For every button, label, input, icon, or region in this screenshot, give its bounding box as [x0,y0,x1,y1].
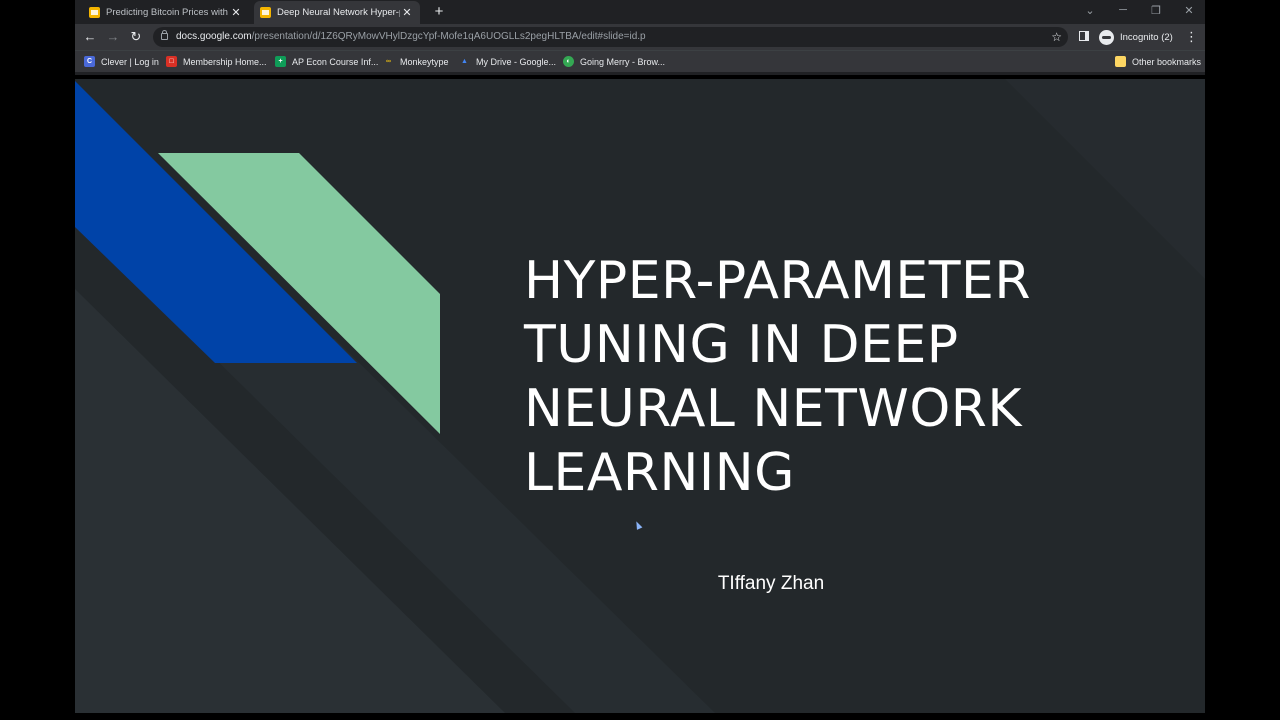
slide-author[interactable]: TIffany Zhan [675,573,867,595]
minimize-button[interactable]: ─ [1115,4,1131,16]
folder-icon [1115,56,1126,67]
presentation-slide: HYPER-PARAMETER TUNING IN DEEP NEURAL NE… [75,79,1205,713]
bookmark-label: My Drive - Google... [476,56,557,67]
bookmark-ap-econ[interactable]: + AP Econ Course Inf... [275,54,378,69]
url-path: /presentation/d/1Z6QRyMowVHylDzgcYpf-Mof… [251,31,646,42]
bookmark-my-drive[interactable]: ▲ My Drive - Google... [459,54,556,69]
bookmark-label: Other bookmarks [1132,56,1202,67]
close-icon[interactable]: ✕ [229,6,243,19]
bookmark-label: Monkeytype [400,56,449,67]
side-panel-icon[interactable] [1079,31,1089,41]
tab-title: Predicting Bitcoin Prices with Ne [106,7,229,18]
lock-icon [161,30,168,40]
reload-button[interactable]: ↻ [128,29,144,45]
tab-strip: Predicting Bitcoin Prices with Ne ✕ Deep… [75,0,1205,24]
google-sites-icon: + [275,56,286,67]
google-slides-icon [260,7,271,18]
incognito-icon [1099,29,1114,45]
bookmark-going-merry[interactable]: ◐ Going Merry - Brow... [563,54,665,69]
close-icon[interactable]: ✕ [400,6,414,19]
browser-chrome: Predicting Bitcoin Prices with Ne ✕ Deep… [75,0,1205,75]
url-text: docs.google.com/presentation/d/1Z6QRyMow… [176,27,646,47]
google-slides-icon [89,7,100,18]
browser-toolbar: ← → ↻ docs.google.com/presentation/d/1Z6… [75,24,1205,50]
bookmark-label: Going Merry - Brow... [580,56,666,67]
bookmark-clever[interactable]: C Clever | Log in [84,54,159,69]
google-drive-icon: ▲ [461,58,468,65]
new-tab-button[interactable]: + [431,4,447,19]
close-window-button[interactable]: ✕ [1181,4,1197,17]
tab-title: Deep Neural Network Hyper-para [277,7,400,18]
membership-icon: □ [166,56,177,67]
clever-icon: C [84,56,95,67]
bookmark-star-icon[interactable]: ☆ [1051,27,1062,47]
bookmark-other[interactable]: Other bookmarks [1115,54,1201,69]
tab-deep-neural-network[interactable]: Deep Neural Network Hyper-para ✕ [254,1,420,24]
incognito-label: Incognito (2) [1120,31,1173,43]
incognito-profile-button[interactable]: Incognito (2) [1099,28,1173,46]
slide-title[interactable]: HYPER-PARAMETER TUNING IN DEEP NEURAL NE… [524,249,1164,505]
back-button[interactable]: ← [82,29,98,45]
going-merry-icon: ◐ [563,56,574,67]
chrome-menu-icon[interactable]: ⋮ [1185,29,1198,45]
bookmark-monkeytype[interactable]: ∞ Monkeytype [383,54,449,69]
forward-button[interactable]: → [105,29,121,45]
bookmarks-bar: C Clever | Log in □ Membership Home... +… [75,50,1205,72]
bookmark-label: Membership Home... [183,56,267,67]
tab-search-icon[interactable]: ⌄ [1082,4,1098,17]
bookmark-label: AP Econ Course Inf... [292,56,379,67]
monkeytype-icon: ∞ [386,58,391,65]
bookmark-membership[interactable]: □ Membership Home... [166,54,267,69]
url-host: docs.google.com [176,31,252,42]
bookmark-label: Clever | Log in [101,56,159,67]
restore-button[interactable]: ❐ [1148,4,1164,17]
tab-predicting-bitcoin[interactable]: Predicting Bitcoin Prices with Ne ✕ [83,1,249,24]
address-bar[interactable]: docs.google.com/presentation/d/1Z6QRyMow… [153,27,1068,47]
